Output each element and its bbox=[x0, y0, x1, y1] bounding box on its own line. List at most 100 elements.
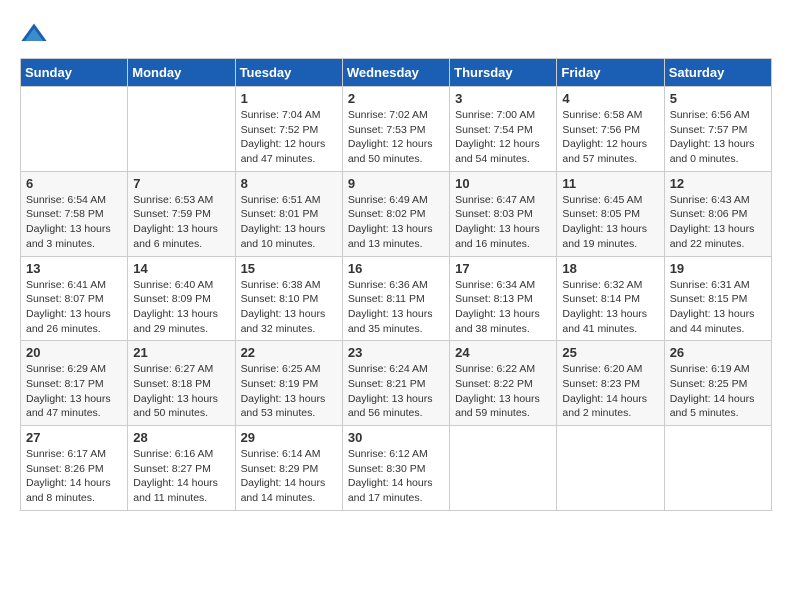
day-number: 18 bbox=[562, 261, 658, 276]
day-number: 13 bbox=[26, 261, 122, 276]
day-info: Sunrise: 6:36 AM Sunset: 8:11 PM Dayligh… bbox=[348, 278, 444, 337]
calendar-cell: 29 Sunrise: 6:14 AM Sunset: 8:29 PM Dayli… bbox=[235, 426, 342, 511]
calendar-cell: 9 Sunrise: 6:49 AM Sunset: 8:02 PM Daylig… bbox=[342, 171, 449, 256]
day-number: 12 bbox=[670, 176, 766, 191]
day-number: 4 bbox=[562, 91, 658, 106]
calendar-cell: 18 Sunrise: 6:32 AM Sunset: 8:14 PM Dayli… bbox=[557, 256, 664, 341]
day-number: 19 bbox=[670, 261, 766, 276]
calendar-cell bbox=[557, 426, 664, 511]
calendar-cell: 17 Sunrise: 6:34 AM Sunset: 8:13 PM Dayli… bbox=[450, 256, 557, 341]
day-info: Sunrise: 6:12 AM Sunset: 8:30 PM Dayligh… bbox=[348, 447, 444, 506]
calendar-cell: 8 Sunrise: 6:51 AM Sunset: 8:01 PM Daylig… bbox=[235, 171, 342, 256]
header-day-monday: Monday bbox=[128, 59, 235, 87]
day-info: Sunrise: 6:22 AM Sunset: 8:22 PM Dayligh… bbox=[455, 362, 551, 421]
day-info: Sunrise: 6:41 AM Sunset: 8:07 PM Dayligh… bbox=[26, 278, 122, 337]
day-info: Sunrise: 6:43 AM Sunset: 8:06 PM Dayligh… bbox=[670, 193, 766, 252]
day-number: 6 bbox=[26, 176, 122, 191]
calendar-cell: 21 Sunrise: 6:27 AM Sunset: 8:18 PM Dayli… bbox=[128, 341, 235, 426]
calendar-cell: 20Sunrise: 6:29 AM Sunset: 8:17 PM Dayli… bbox=[21, 341, 128, 426]
day-number: 17 bbox=[455, 261, 551, 276]
day-info: Sunrise: 6:47 AM Sunset: 8:03 PM Dayligh… bbox=[455, 193, 551, 252]
day-info: Sunrise: 7:02 AM Sunset: 7:53 PM Dayligh… bbox=[348, 108, 444, 167]
day-number: 23 bbox=[348, 345, 444, 360]
header-day-wednesday: Wednesday bbox=[342, 59, 449, 87]
calendar-cell: 28 Sunrise: 6:16 AM Sunset: 8:27 PM Dayli… bbox=[128, 426, 235, 511]
calendar-cell: 23 Sunrise: 6:24 AM Sunset: 8:21 PM Dayli… bbox=[342, 341, 449, 426]
day-info: Sunrise: 6:24 AM Sunset: 8:21 PM Dayligh… bbox=[348, 362, 444, 421]
calendar-cell: 12 Sunrise: 6:43 AM Sunset: 8:06 PM Dayli… bbox=[664, 171, 771, 256]
day-info: Sunrise: 6:20 AM Sunset: 8:23 PM Dayligh… bbox=[562, 362, 658, 421]
calendar-cell bbox=[450, 426, 557, 511]
day-number: 24 bbox=[455, 345, 551, 360]
day-number: 20 bbox=[26, 345, 122, 360]
day-number: 11 bbox=[562, 176, 658, 191]
day-number: 26 bbox=[670, 345, 766, 360]
day-number: 22 bbox=[241, 345, 337, 360]
day-number: 21 bbox=[133, 345, 229, 360]
day-info: Sunrise: 6:25 AM Sunset: 8:19 PM Dayligh… bbox=[241, 362, 337, 421]
calendar-header-row: SundayMondayTuesdayWednesdayThursdayFrid… bbox=[21, 59, 772, 87]
calendar-cell bbox=[21, 87, 128, 172]
calendar-cell: 19 Sunrise: 6:31 AM Sunset: 8:15 PM Dayli… bbox=[664, 256, 771, 341]
day-info: Sunrise: 7:00 AM Sunset: 7:54 PM Dayligh… bbox=[455, 108, 551, 167]
header-day-friday: Friday bbox=[557, 59, 664, 87]
day-number: 7 bbox=[133, 176, 229, 191]
day-number: 9 bbox=[348, 176, 444, 191]
day-number: 10 bbox=[455, 176, 551, 191]
day-info: Sunrise: 6:31 AM Sunset: 8:15 PM Dayligh… bbox=[670, 278, 766, 337]
day-number: 3 bbox=[455, 91, 551, 106]
header-day-saturday: Saturday bbox=[664, 59, 771, 87]
calendar-cell: 6 Sunrise: 6:54 AM Sunset: 7:58 PM Daylig… bbox=[21, 171, 128, 256]
calendar-cell: 13 Sunrise: 6:41 AM Sunset: 8:07 PM Dayli… bbox=[21, 256, 128, 341]
calendar-cell: 5 Sunrise: 6:56 AM Sunset: 7:57 PM Daylig… bbox=[664, 87, 771, 172]
calendar-cell: 26Sunrise: 6:19 AM Sunset: 8:25 PM Dayli… bbox=[664, 341, 771, 426]
calendar-cell: 25 Sunrise: 6:20 AM Sunset: 8:23 PM Dayli… bbox=[557, 341, 664, 426]
day-number: 8 bbox=[241, 176, 337, 191]
day-info: Sunrise: 6:17 AM Sunset: 8:26 PM Dayligh… bbox=[26, 447, 122, 506]
day-info: Sunrise: 6:16 AM Sunset: 8:27 PM Dayligh… bbox=[133, 447, 229, 506]
day-number: 29 bbox=[241, 430, 337, 445]
day-number: 28 bbox=[133, 430, 229, 445]
calendar-cell: 22 Sunrise: 6:25 AM Sunset: 8:19 PM Dayli… bbox=[235, 341, 342, 426]
calendar-cell: 2 Sunrise: 7:02 AM Sunset: 7:53 PM Daylig… bbox=[342, 87, 449, 172]
day-info: Sunrise: 6:56 AM Sunset: 7:57 PM Dayligh… bbox=[670, 108, 766, 167]
calendar-cell: 27 Sunrise: 6:17 AM Sunset: 8:26 PM Dayli… bbox=[21, 426, 128, 511]
calendar-week-row: 20Sunrise: 6:29 AM Sunset: 8:17 PM Dayli… bbox=[21, 341, 772, 426]
day-info: Sunrise: 6:34 AM Sunset: 8:13 PM Dayligh… bbox=[455, 278, 551, 337]
day-info: Sunrise: 6:49 AM Sunset: 8:02 PM Dayligh… bbox=[348, 193, 444, 252]
calendar-cell: 10 Sunrise: 6:47 AM Sunset: 8:03 PM Dayli… bbox=[450, 171, 557, 256]
day-info: Sunrise: 6:32 AM Sunset: 8:14 PM Dayligh… bbox=[562, 278, 658, 337]
day-number: 25 bbox=[562, 345, 658, 360]
calendar-week-row: 13 Sunrise: 6:41 AM Sunset: 8:07 PM Dayli… bbox=[21, 256, 772, 341]
logo-icon bbox=[20, 20, 48, 48]
day-info: Sunrise: 6:14 AM Sunset: 8:29 PM Dayligh… bbox=[241, 447, 337, 506]
calendar-cell: 14 Sunrise: 6:40 AM Sunset: 8:09 PM Dayli… bbox=[128, 256, 235, 341]
calendar-cell: 3 Sunrise: 7:00 AM Sunset: 7:54 PM Daylig… bbox=[450, 87, 557, 172]
calendar-cell: 30 Sunrise: 6:12 AM Sunset: 8:30 PM Dayli… bbox=[342, 426, 449, 511]
calendar-cell: 15Sunrise: 6:38 AM Sunset: 8:10 PM Dayli… bbox=[235, 256, 342, 341]
calendar-week-row: 27 Sunrise: 6:17 AM Sunset: 8:26 PM Dayli… bbox=[21, 426, 772, 511]
day-number: 30 bbox=[348, 430, 444, 445]
day-info: Sunrise: 6:38 AM Sunset: 8:10 PM Dayligh… bbox=[241, 278, 337, 337]
day-info: Sunrise: 6:54 AM Sunset: 7:58 PM Dayligh… bbox=[26, 193, 122, 252]
day-info: Sunrise: 6:45 AM Sunset: 8:05 PM Dayligh… bbox=[562, 193, 658, 252]
calendar-cell: 24 Sunrise: 6:22 AM Sunset: 8:22 PM Dayli… bbox=[450, 341, 557, 426]
calendar-week-row: 1 Sunrise: 7:04 AM Sunset: 7:52 PM Daylig… bbox=[21, 87, 772, 172]
header-day-tuesday: Tuesday bbox=[235, 59, 342, 87]
day-number: 14 bbox=[133, 261, 229, 276]
day-info: Sunrise: 7:04 AM Sunset: 7:52 PM Dayligh… bbox=[241, 108, 337, 167]
header-day-sunday: Sunday bbox=[21, 59, 128, 87]
day-number: 5 bbox=[670, 91, 766, 106]
calendar-cell bbox=[128, 87, 235, 172]
day-number: 27 bbox=[26, 430, 122, 445]
day-number: 2 bbox=[348, 91, 444, 106]
calendar-cell: 7 Sunrise: 6:53 AM Sunset: 7:59 PM Daylig… bbox=[128, 171, 235, 256]
day-number: 1 bbox=[241, 91, 337, 106]
calendar-cell bbox=[664, 426, 771, 511]
header bbox=[20, 20, 772, 48]
day-info: Sunrise: 6:40 AM Sunset: 8:09 PM Dayligh… bbox=[133, 278, 229, 337]
day-info: Sunrise: 6:58 AM Sunset: 7:56 PM Dayligh… bbox=[562, 108, 658, 167]
day-info: Sunrise: 6:53 AM Sunset: 7:59 PM Dayligh… bbox=[133, 193, 229, 252]
day-info: Sunrise: 6:27 AM Sunset: 8:18 PM Dayligh… bbox=[133, 362, 229, 421]
day-info: Sunrise: 6:51 AM Sunset: 8:01 PM Dayligh… bbox=[241, 193, 337, 252]
